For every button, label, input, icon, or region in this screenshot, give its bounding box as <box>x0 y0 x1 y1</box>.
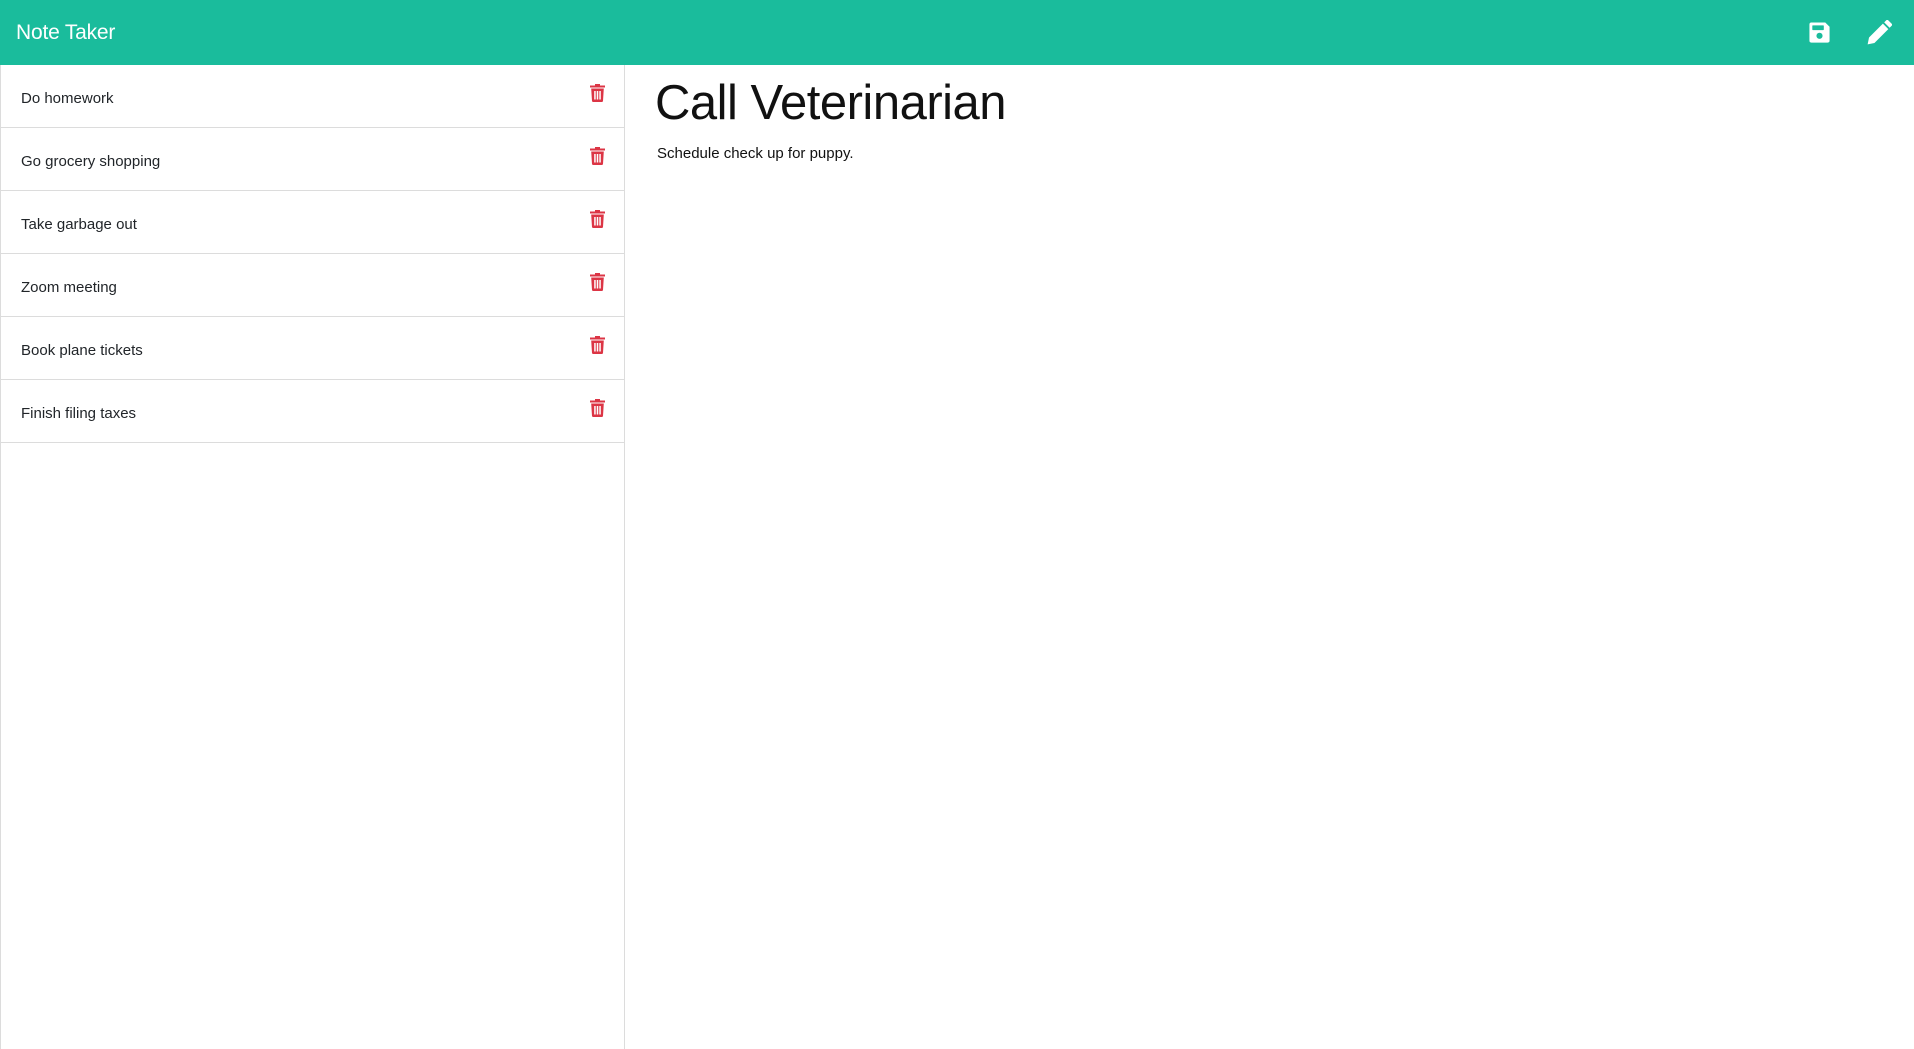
list-item[interactable]: Go grocery shopping <box>1 128 624 191</box>
navbar-actions <box>1804 0 1894 65</box>
delete-note-button[interactable] <box>588 272 606 292</box>
note-title: Finish filing taxes <box>21 404 137 422</box>
list-item[interactable]: Do homework <box>1 65 624 128</box>
list-item[interactable]: Zoom meeting <box>1 254 624 317</box>
floppy-label <box>1811 25 1824 31</box>
delete-note-button[interactable] <box>588 209 606 229</box>
trash-icon <box>589 147 605 165</box>
note-title: Go grocery shopping <box>21 152 161 170</box>
trash-icon <box>589 399 605 417</box>
note-list: Do homework Go grocery shopping Take gar… <box>1 65 624 443</box>
floppy-disk-icon <box>1808 22 1830 43</box>
delete-note-button[interactable] <box>588 398 606 418</box>
floppy-hub <box>1815 32 1823 39</box>
note-title: Book plane tickets <box>21 341 143 359</box>
trash-icon <box>589 84 605 102</box>
list-item[interactable]: Book plane tickets <box>1 317 624 380</box>
list-item[interactable]: Take garbage out <box>1 191 624 254</box>
brand-title[interactable]: Note Taker <box>16 21 115 45</box>
notes-sidebar: Do homework Go grocery shopping Take gar… <box>0 65 625 1049</box>
note-text-input[interactable]: Schedule check up for puppy. <box>657 144 1857 1004</box>
trash-icon <box>589 273 605 291</box>
note-title-input[interactable] <box>655 73 1855 133</box>
list-item[interactable]: Finish filing taxes <box>1 380 624 443</box>
delete-note-button[interactable] <box>588 146 606 166</box>
save-note-button[interactable] <box>1804 18 1834 48</box>
note-editor: Schedule check up for puppy. <box>625 65 1914 1049</box>
note-title: Do homework <box>21 89 114 107</box>
trash-icon <box>589 336 605 354</box>
new-note-button[interactable] <box>1864 18 1894 48</box>
pencil-icon <box>1867 19 1892 44</box>
trash-icon <box>589 210 605 228</box>
delete-note-button[interactable] <box>588 335 606 355</box>
note-title: Zoom meeting <box>21 278 117 296</box>
navbar: Note Taker <box>0 0 1914 65</box>
pencil-body <box>1867 23 1889 44</box>
delete-note-button[interactable] <box>588 83 606 103</box>
note-title: Take garbage out <box>21 215 137 233</box>
